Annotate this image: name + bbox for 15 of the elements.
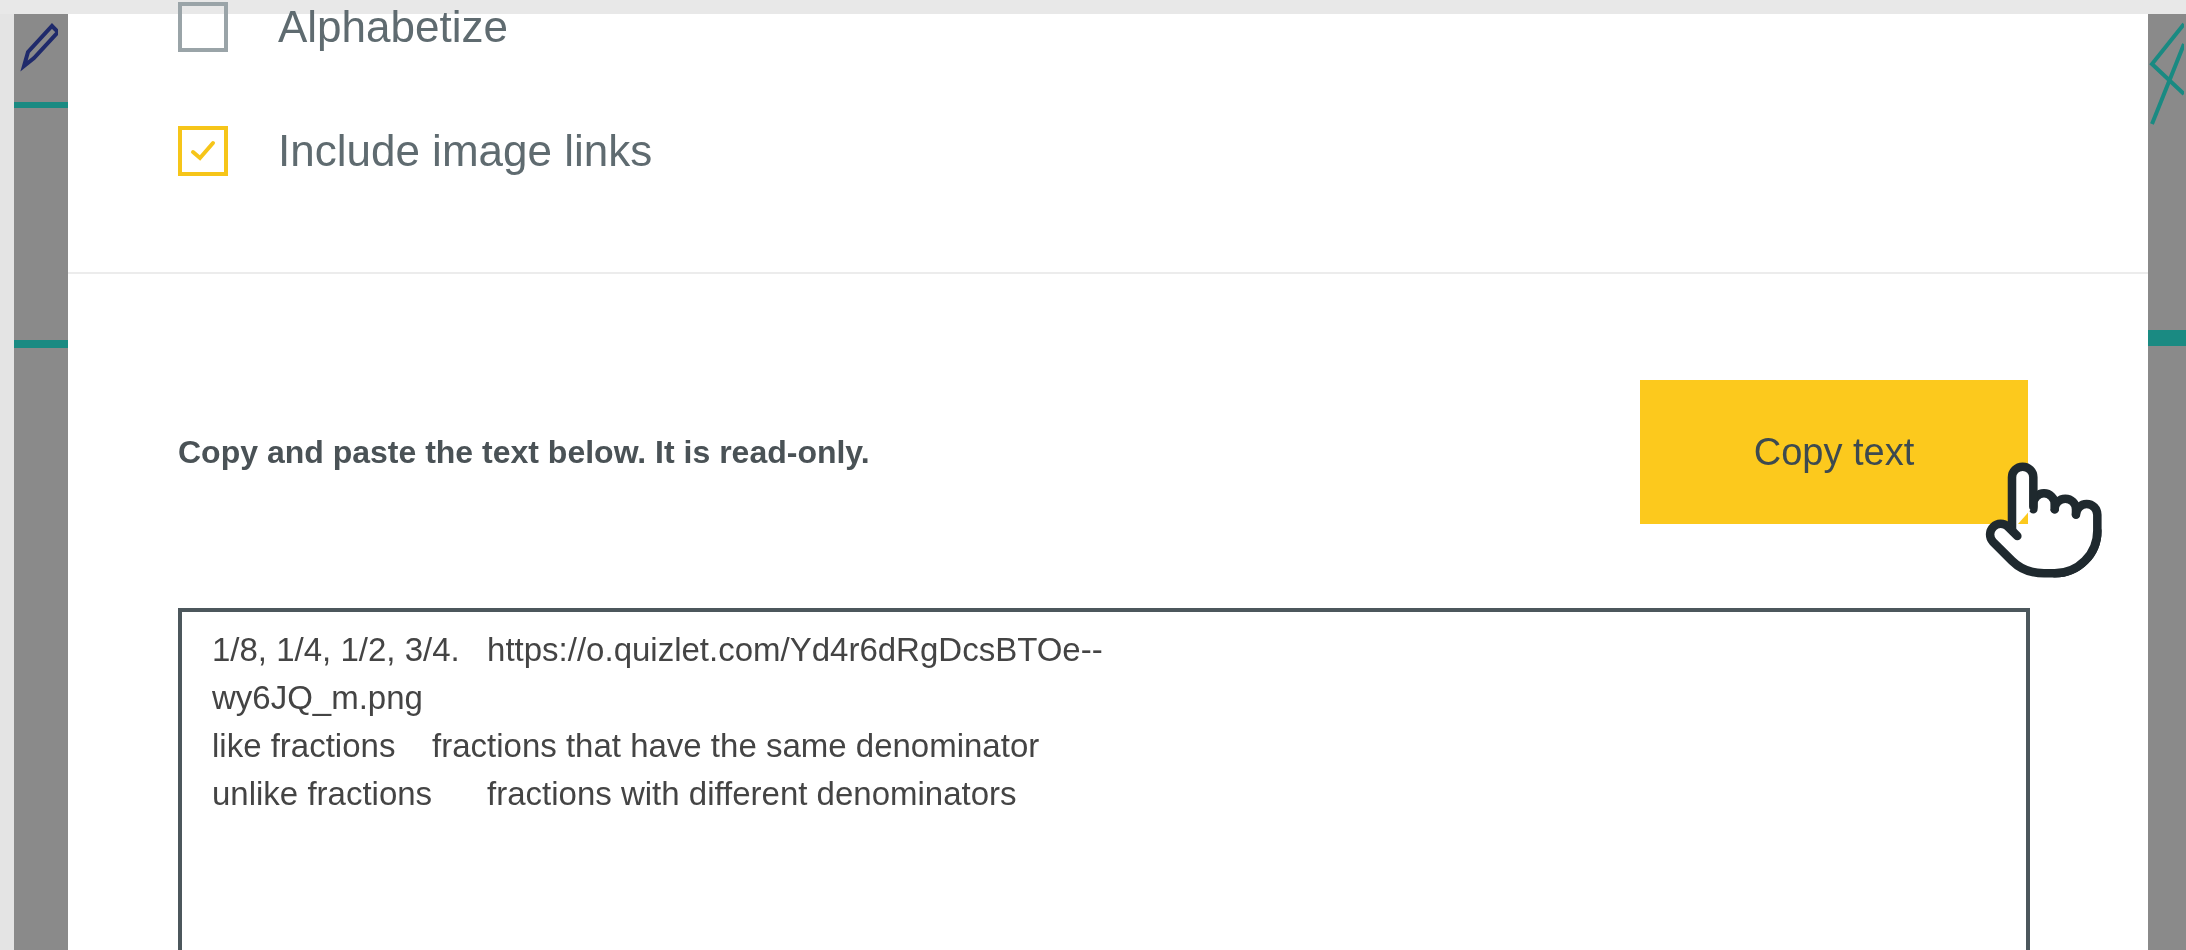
checkbox-option[interactable]: Alphabetize	[178, 0, 2148, 60]
accent-bar	[2148, 330, 2186, 346]
instructions-text: Copy and paste the text below. It is read-only.	[178, 433, 870, 472]
checkbox-option[interactable]: Include image links	[178, 118, 2148, 184]
export-text-line: like fractions fractions that have the same denominator	[212, 726, 1041, 766]
export-text-line: unlike fractions fractions with different denominators	[212, 774, 1018, 814]
copy-text-button[interactable]: Copy text	[1640, 380, 2028, 524]
accent-bar	[14, 102, 68, 108]
pencil-icon	[18, 22, 58, 72]
accent-bar	[14, 340, 68, 348]
checkmark-icon	[190, 140, 216, 162]
checkbox[interactable]	[178, 126, 228, 176]
checkbox[interactable]	[178, 2, 228, 52]
export-text-line: 1/8, 1/4, 1/2, 3/4. https://o.quizlet.com/Yd4r6dRgDcsBTOe--	[212, 630, 1104, 670]
export-text-line: wy6JQ_m.png	[212, 678, 424, 718]
